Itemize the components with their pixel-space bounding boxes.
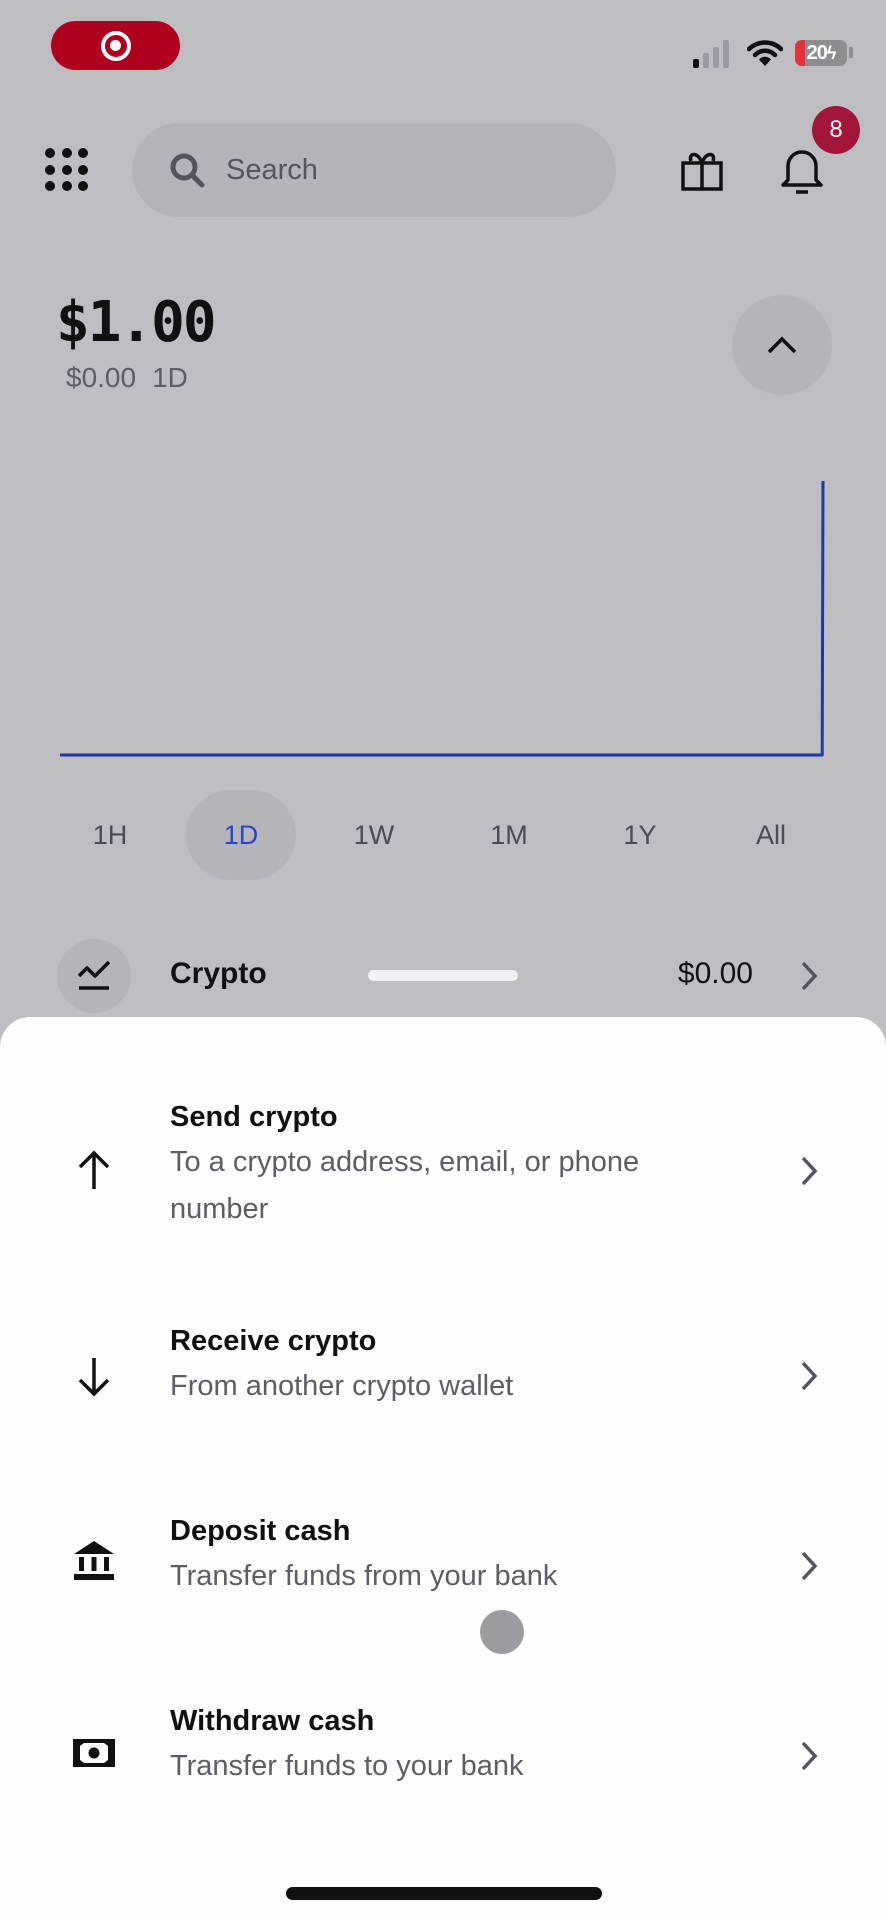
- change-period: 1D: [152, 362, 188, 393]
- screen-recording-indicator[interactable]: [51, 21, 180, 70]
- battery-cap: [849, 47, 853, 58]
- action-title: Send crypto: [170, 1101, 338, 1133]
- arrow-up-icon: [78, 1150, 110, 1189]
- grid-menu-icon[interactable]: [45, 148, 89, 192]
- search-input[interactable]: Search: [132, 123, 616, 217]
- actions-sheet: Send crypto To a crypto address, email, …: [0, 1017, 886, 1920]
- cash-icon: [73, 1739, 115, 1767]
- portfolio-change: $0.00 1D: [66, 362, 188, 394]
- charging-bolt-icon: ϟ: [826, 42, 836, 63]
- bank-icon: [74, 1541, 114, 1580]
- action-receive-crypto[interactable]: Receive crypto From another crypto walle…: [0, 1307, 886, 1447]
- action-title: Deposit cash: [170, 1515, 351, 1547]
- chevron-right-icon: [801, 1741, 818, 1771]
- chevron-up-icon: [767, 336, 797, 354]
- tab-1d[interactable]: 1D: [186, 790, 296, 880]
- tab-1m[interactable]: 1M: [454, 790, 564, 880]
- battery-percent: 20: [806, 41, 828, 64]
- chevron-right-icon: [801, 961, 818, 991]
- trending-chart-icon: [77, 960, 111, 990]
- portfolio-chart[interactable]: [0, 440, 886, 780]
- notification-badge: 8: [812, 106, 860, 154]
- search-placeholder: Search: [226, 153, 318, 186]
- battery-indicator: 20 ϟ: [795, 40, 847, 66]
- action-subtitle: From another crypto wallet: [170, 1370, 514, 1402]
- action-subtitle: Transfer funds from your bank: [170, 1560, 558, 1592]
- sheet-drag-handle[interactable]: [368, 970, 518, 981]
- collapse-chart-button[interactable]: [732, 295, 832, 395]
- action-subtitle: To a crypto address, email, or phone num…: [170, 1146, 640, 1225]
- chevron-right-icon: [801, 1361, 818, 1391]
- cellular-signal-icon: [693, 40, 733, 68]
- chart-series-line: [60, 480, 825, 757]
- portfolio-balance: $1.00: [56, 290, 217, 355]
- gift-icon[interactable]: [680, 148, 724, 192]
- arrow-down-icon: [78, 1358, 110, 1397]
- tab-1w[interactable]: 1W: [319, 790, 429, 880]
- home-indicator[interactable]: [286, 1887, 602, 1900]
- action-subtitle: Transfer funds to your bank: [170, 1750, 524, 1782]
- change-amount: $0.00: [66, 362, 137, 393]
- target-record-icon: [100, 30, 131, 61]
- tab-1h[interactable]: 1H: [55, 790, 165, 880]
- action-deposit-cash[interactable]: Deposit cash Transfer funds from your ba…: [0, 1497, 886, 1637]
- chevron-right-icon: [801, 1156, 818, 1186]
- tab-1y[interactable]: 1Y: [585, 790, 695, 880]
- search-icon: [170, 153, 205, 188]
- chevron-right-icon: [801, 1551, 818, 1581]
- wifi-icon: [747, 40, 783, 66]
- asset-icon-wrapper: [57, 939, 131, 1013]
- action-title: Withdraw cash: [170, 1705, 375, 1737]
- action-title: Receive crypto: [170, 1325, 377, 1357]
- asset-label: Crypto: [170, 957, 267, 990]
- time-range-tabs: 1H 1D 1W 1M 1Y All: [0, 790, 886, 880]
- tab-all[interactable]: All: [716, 790, 826, 880]
- touch-indicator: [480, 1610, 524, 1654]
- action-withdraw-cash[interactable]: Withdraw cash Transfer funds to your ban…: [0, 1687, 886, 1827]
- action-send-crypto[interactable]: Send crypto To a crypto address, email, …: [0, 1077, 886, 1267]
- bell-icon[interactable]: [780, 144, 824, 194]
- asset-value: $0.00: [677, 957, 753, 990]
